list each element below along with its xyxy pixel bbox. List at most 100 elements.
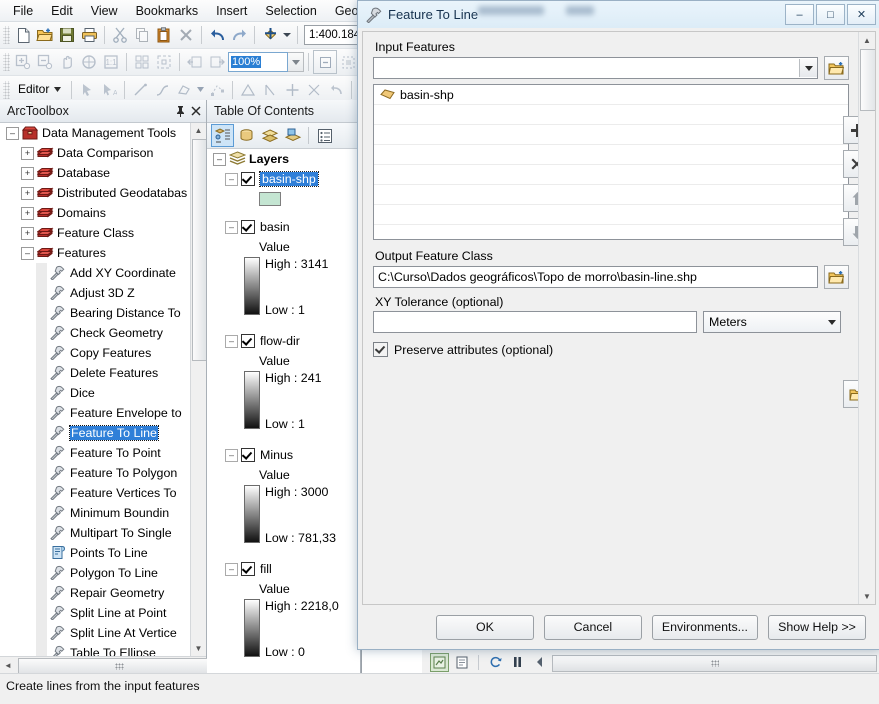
toolbox-tree-item[interactable]: Repair Geometry xyxy=(0,583,206,603)
toolbox-horizontal-scrollbar[interactable]: ◄ ► xyxy=(0,656,220,675)
menu-insert[interactable]: Insert xyxy=(207,2,256,20)
input-features-listbox[interactable]: basin-shp xyxy=(373,84,849,240)
list-by-drawing-order-button[interactable] xyxy=(211,124,234,147)
toc-layer-row[interactable]: – flow-dir xyxy=(207,331,360,351)
layer-visibility-checkbox[interactable] xyxy=(241,220,255,234)
close-button[interactable]: ✕ xyxy=(847,4,876,25)
toolbox-tree-item[interactable]: Feature To Line xyxy=(0,423,206,443)
output-feature-class-input[interactable]: C:\Curso\Dados geográficos\Topo de morro… xyxy=(373,266,818,288)
input-feature-empty-row[interactable] xyxy=(374,165,848,185)
scroll-up-icon[interactable]: ▲ xyxy=(191,123,206,138)
toolbox-tree-item[interactable]: + Database xyxy=(0,163,206,183)
add-data-icon[interactable] xyxy=(259,24,281,46)
scroll-track[interactable] xyxy=(16,658,220,675)
layer-visibility-checkbox[interactable] xyxy=(241,172,255,186)
toolbox-vertical-scrollbar[interactable]: ▲ ▼ xyxy=(190,123,206,656)
toolbox-tree-item[interactable]: Bearing Distance To xyxy=(0,303,206,323)
collapse-toggle-icon[interactable]: – xyxy=(225,220,238,234)
save-icon[interactable] xyxy=(56,24,78,46)
toc-layer-row[interactable]: – basin xyxy=(207,217,360,237)
maximize-button[interactable]: □ xyxy=(816,4,845,25)
pause-icon[interactable] xyxy=(508,653,527,672)
toolbox-tree-item[interactable]: + Data Comparison xyxy=(0,143,206,163)
toolbox-tree-item[interactable]: Multipart To Single xyxy=(0,523,206,543)
collapse-toggle-icon[interactable]: – xyxy=(21,246,34,260)
toolbox-tree-item[interactable]: Dice xyxy=(0,383,206,403)
expand-toggle-icon[interactable]: + xyxy=(21,226,34,240)
scroll-down-icon[interactable]: ▼ xyxy=(191,641,206,656)
toolbox-tree-item[interactable]: + Feature Class xyxy=(0,223,206,243)
layer-visibility-checkbox[interactable] xyxy=(241,334,255,348)
scroll-thumb[interactable] xyxy=(552,654,877,672)
environments-button[interactable]: Environments... xyxy=(651,614,758,640)
dialog-vertical-scrollbar[interactable]: ▲ ▼ xyxy=(858,32,875,604)
scroll-left-icon[interactable]: ◄ xyxy=(0,658,16,673)
open-icon[interactable] xyxy=(34,24,56,46)
print-icon[interactable] xyxy=(78,24,100,46)
scroll-down-icon[interactable]: ▼ xyxy=(859,588,875,604)
toolbox-tree-item[interactable]: Copy Features xyxy=(0,343,206,363)
toolbox-tree-item[interactable]: Minimum Boundin xyxy=(0,503,206,523)
toc-layer-row[interactable]: – Minus xyxy=(207,445,360,465)
scroll-thumb[interactable] xyxy=(860,49,875,111)
toolbox-tree-item[interactable]: Feature Envelope to xyxy=(0,403,206,423)
chevron-down-icon[interactable] xyxy=(799,59,817,77)
toolbox-tree-item[interactable]: Polygon To Line xyxy=(0,563,206,583)
toolbox-tree-item[interactable]: – Data Management Tools xyxy=(0,123,206,143)
list-by-selection-button[interactable] xyxy=(282,125,303,146)
select-features-icon[interactable] xyxy=(313,50,337,74)
browse-input-features-button[interactable] xyxy=(824,56,849,80)
expand-toggle-icon[interactable]: + xyxy=(21,146,34,160)
new-map-icon[interactable] xyxy=(12,24,34,46)
menu-file[interactable]: File xyxy=(4,2,42,20)
chevron-down-icon[interactable] xyxy=(823,313,840,331)
zoom-percent-input[interactable]: 100% xyxy=(228,52,288,72)
input-feature-empty-row[interactable] xyxy=(374,225,848,239)
zoom-percent-dropdown-icon[interactable] xyxy=(288,52,304,72)
preserve-attributes-row[interactable]: Preserve attributes (optional) xyxy=(373,342,849,357)
input-feature-item[interactable]: basin-shp xyxy=(374,85,848,105)
toolbox-tree-item[interactable]: Points To Line xyxy=(0,543,206,563)
menu-bookmarks[interactable]: Bookmarks xyxy=(127,2,208,20)
expand-toggle-icon[interactable]: + xyxy=(21,186,34,200)
toolbar-grip[interactable] xyxy=(3,26,10,44)
input-feature-empty-row[interactable] xyxy=(374,105,848,125)
input-feature-empty-row[interactable] xyxy=(374,205,848,225)
dialog-title-bar[interactable]: Feature To Line – □ ✕ xyxy=(358,1,879,28)
input-features-combo[interactable] xyxy=(373,57,818,79)
toc-layer-list[interactable]: – Layers – basin-shp – basin Value High : 3141 L… xyxy=(207,149,360,674)
toolbox-tree-item[interactable]: + Domains xyxy=(0,203,206,223)
toc-layer-row[interactable]: – fill xyxy=(207,559,360,579)
menu-selection[interactable]: Selection xyxy=(256,2,325,20)
data-frame-scroll-track[interactable] xyxy=(552,654,877,672)
close-icon[interactable] xyxy=(188,104,203,119)
pin-icon[interactable] xyxy=(173,104,188,119)
scroll-thumb[interactable] xyxy=(192,139,206,361)
collapse-toggle-icon[interactable]: – xyxy=(213,152,226,166)
toolbox-tree-item[interactable]: Feature To Point xyxy=(0,443,206,463)
layout-view-button[interactable] xyxy=(452,653,471,672)
input-feature-empty-row[interactable] xyxy=(374,185,848,205)
toolbox-tree-item[interactable]: Feature To Polygon xyxy=(0,463,206,483)
toolbox-tree-item[interactable]: Feature Vertices To xyxy=(0,483,206,503)
toolbox-tree-item[interactable]: Split Line at Point xyxy=(0,603,206,623)
list-by-visibility-button[interactable] xyxy=(259,125,280,146)
scroll-up-icon[interactable]: ▲ xyxy=(859,32,875,48)
add-data-dropdown-icon[interactable] xyxy=(281,24,293,46)
input-feature-empty-row[interactable] xyxy=(374,145,848,165)
collapse-toggle-icon[interactable]: – xyxy=(225,448,238,462)
toolbar-grip[interactable] xyxy=(3,80,10,99)
collapse-toggle-icon[interactable]: – xyxy=(225,334,238,348)
menu-view[interactable]: View xyxy=(82,2,127,20)
toc-root-row[interactable]: – Layers xyxy=(207,149,360,169)
show-help-button[interactable]: Show Help >> xyxy=(768,614,866,640)
collapse-toggle-icon[interactable]: – xyxy=(225,562,238,576)
toolbox-tree[interactable]: – Data Management Tools + Data Comparison + D… xyxy=(0,123,206,656)
ok-button[interactable]: OK xyxy=(435,614,534,640)
toc-layer-row[interactable]: – basin-shp xyxy=(207,169,360,189)
toolbox-tree-item[interactable]: – Features xyxy=(0,243,206,263)
toolbox-tree-item[interactable]: Table To Ellipse xyxy=(0,643,206,656)
data-view-button[interactable] xyxy=(430,652,449,672)
minimize-button[interactable]: – xyxy=(785,4,814,25)
toolbar-grip[interactable] xyxy=(3,53,10,71)
